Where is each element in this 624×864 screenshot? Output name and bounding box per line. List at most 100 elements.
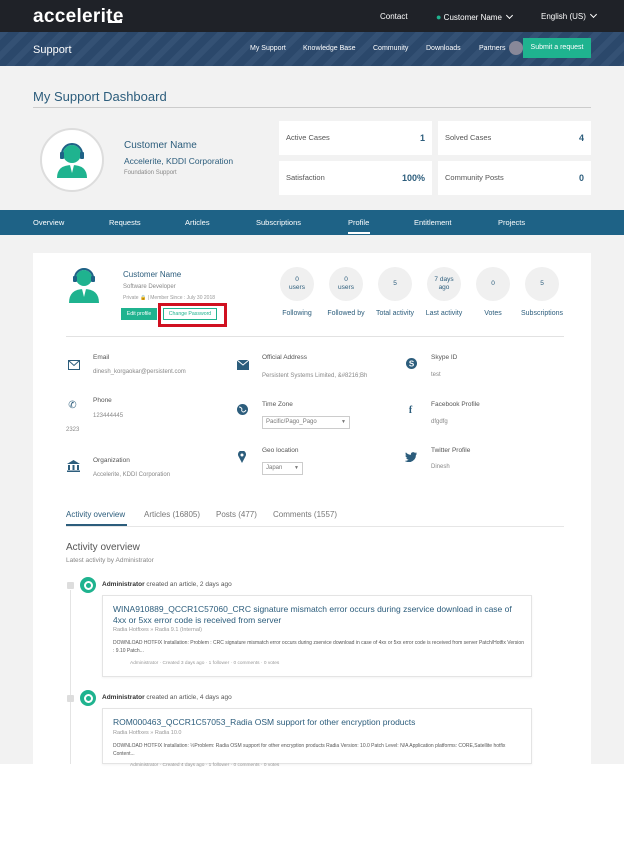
stat-caption-followed-by[interactable]: Followed by xyxy=(323,310,369,317)
stat-value: 100% xyxy=(401,173,425,183)
contact-link[interactable]: Contact xyxy=(380,12,408,21)
activity-action: created an article, 4 days ago xyxy=(144,694,232,701)
nav-community[interactable]: Community xyxy=(373,45,408,52)
stat-card-community-posts[interactable]: Community Posts 0 xyxy=(438,161,591,195)
article-breadcrumb[interactable]: Radia Hotfixes » Radia 10.0 xyxy=(113,730,181,736)
stat-value: 0 xyxy=(491,279,495,287)
stat-card-active-cases[interactable]: Active Cases 1 xyxy=(279,121,432,155)
stat-line-2: users xyxy=(338,284,354,291)
nav-downloads[interactable]: Downloads xyxy=(426,45,461,52)
support-title[interactable]: Support xyxy=(33,44,72,56)
organization-icon xyxy=(67,460,80,472)
stat-subscriptions-circle[interactable]: 5 xyxy=(525,267,559,301)
administrator-avatar[interactable] xyxy=(80,690,96,706)
administrator-avatar[interactable] xyxy=(80,577,96,593)
phone-label: Phone xyxy=(93,397,112,404)
tab-entitlement[interactable]: Entitlement xyxy=(414,218,452,227)
article-footer: Administrator · Created 4 days ago · 1 f… xyxy=(130,763,280,768)
tab-articles[interactable]: Articles xyxy=(185,218,210,227)
stat-caption-subscriptions[interactable]: Subscriptions xyxy=(516,310,568,317)
edit-profile-button[interactable]: Edit profile xyxy=(121,308,157,320)
facebook-icon: f xyxy=(408,405,413,416)
envelope-icon xyxy=(237,360,249,370)
stat-label: Solved Cases xyxy=(445,133,492,142)
stat-last-activity-circle[interactable]: 7 days ago xyxy=(427,267,461,301)
stat-value: 5 xyxy=(393,279,397,287)
nav-toggle[interactable] xyxy=(509,41,523,55)
article-excerpt: DOWNLOAD HOTFIX Installation: Problem : … xyxy=(113,640,524,654)
activity-author[interactable]: Administrator xyxy=(102,581,145,588)
phone-icon: ✆ xyxy=(68,400,77,411)
stat-caption-last-activity[interactable]: Last activity xyxy=(420,310,468,317)
article-breadcrumb[interactable]: Radia Hotfixes » Radia 9.1 (Internal) xyxy=(113,627,202,633)
phone-extension: 2323 xyxy=(66,427,80,433)
stat-line-2: users xyxy=(289,284,305,291)
tab-projects[interactable]: Projects xyxy=(498,218,525,227)
activity-overview-subtitle: Latest activity by Administrator xyxy=(66,557,154,564)
accelerite-logo[interactable]: accelerite xyxy=(33,6,124,28)
users-icon: ● xyxy=(436,12,442,22)
stat-card-solved-cases[interactable]: Solved Cases 4 xyxy=(438,121,591,155)
organization-value: Accelerite, KDDI Corporation xyxy=(93,472,171,478)
stat-caption-following[interactable]: Following xyxy=(277,310,317,317)
profile-avatar-icon xyxy=(69,268,99,303)
chevron-down-icon xyxy=(505,11,513,20)
stat-followed-by-circle[interactable]: 0 users xyxy=(329,267,363,301)
article-excerpt: DOWNLOAD HOTFIX Installation: ½Problem: … xyxy=(113,743,506,757)
submit-request-button[interactable]: Submit a request xyxy=(523,38,591,58)
article-title-link[interactable]: WINA910889_QCCR1C57060_CRC signature mis… xyxy=(113,604,523,626)
activity-card: WINA910889_QCCR1C57060_CRC signature mis… xyxy=(102,595,532,677)
facebook-value: dfgdfg xyxy=(431,419,448,425)
stat-line-2: ago xyxy=(438,284,450,291)
tab-requests[interactable]: Requests xyxy=(109,218,141,227)
activity-timeline xyxy=(70,590,71,764)
nav-knowledge-base[interactable]: Knowledge Base xyxy=(303,45,356,52)
highlight-box xyxy=(158,303,227,327)
nav-partners[interactable]: Partners xyxy=(479,45,505,52)
tab-profile[interactable]: Profile xyxy=(348,218,369,227)
tab-subscriptions[interactable]: Subscriptions xyxy=(256,218,301,227)
stat-label: Community Posts xyxy=(445,173,504,182)
caret-down-icon: ▼ xyxy=(341,419,346,425)
nav-my-support[interactable]: My Support xyxy=(250,45,286,52)
profile-meta: Private 🔒 | Member Since : July 30 2018 xyxy=(123,295,216,301)
stat-value: 1 xyxy=(419,133,425,143)
activity-action: created an article, 2 days ago xyxy=(144,581,232,588)
tab-activity-overview[interactable]: Activity overview xyxy=(66,510,125,519)
stat-value: 5 xyxy=(540,279,544,287)
stat-line-1: 7 days xyxy=(434,275,454,283)
caret-down-icon: ▼ xyxy=(294,465,299,471)
stat-votes-circle[interactable]: 0 xyxy=(476,267,510,301)
article-title-link[interactable]: ROM000463_QCCR1C57053_Radia OSM support … xyxy=(113,717,523,728)
phone-value: 123444445 xyxy=(93,413,124,419)
stat-value: 0 xyxy=(578,173,584,183)
geo-select[interactable]: Japan ▼ xyxy=(262,462,303,475)
stat-total-activity-circle[interactable]: 5 xyxy=(378,267,412,301)
support-agent-icon xyxy=(57,143,87,178)
activity-author[interactable]: Administrator xyxy=(102,694,145,701)
tab-activity-comments[interactable]: Comments (1557) xyxy=(273,510,337,519)
timezone-select[interactable]: Pacific/Pago_Pago ▼ xyxy=(262,416,350,429)
twitter-label: Twitter Profile xyxy=(431,447,471,454)
stat-caption-votes[interactable]: Votes xyxy=(473,310,513,317)
customer-organization: Accelerite, KDDI Corporation xyxy=(124,156,234,166)
avatar xyxy=(40,128,104,192)
language-selector[interactable]: English (US) xyxy=(541,10,597,21)
active-activity-tab-indicator xyxy=(66,524,127,526)
profile-name: Customer Name xyxy=(123,270,182,279)
organization-label: Organization xyxy=(93,457,130,464)
stat-caption-total-activity[interactable]: Total activity xyxy=(370,310,420,317)
stat-card-satisfaction[interactable]: Satisfaction 100% xyxy=(279,161,432,195)
tab-activity-articles[interactable]: Articles (16805) xyxy=(144,510,200,519)
twitter-icon xyxy=(405,452,417,462)
tab-overview[interactable]: Overview xyxy=(33,218,64,227)
user-menu[interactable]: ● Customer Name xyxy=(436,11,513,22)
stat-line-1: 0 xyxy=(295,275,299,283)
activity-card: ROM000463_QCCR1C57053_Radia OSM support … xyxy=(102,708,532,768)
stat-following-circle[interactable]: 0 users xyxy=(280,267,314,301)
profile-divider xyxy=(66,336,564,337)
stat-value: 4 xyxy=(578,133,584,143)
timeline-marker xyxy=(67,695,74,702)
chevron-down-icon xyxy=(589,10,597,19)
tab-activity-posts[interactable]: Posts (477) xyxy=(216,510,257,519)
